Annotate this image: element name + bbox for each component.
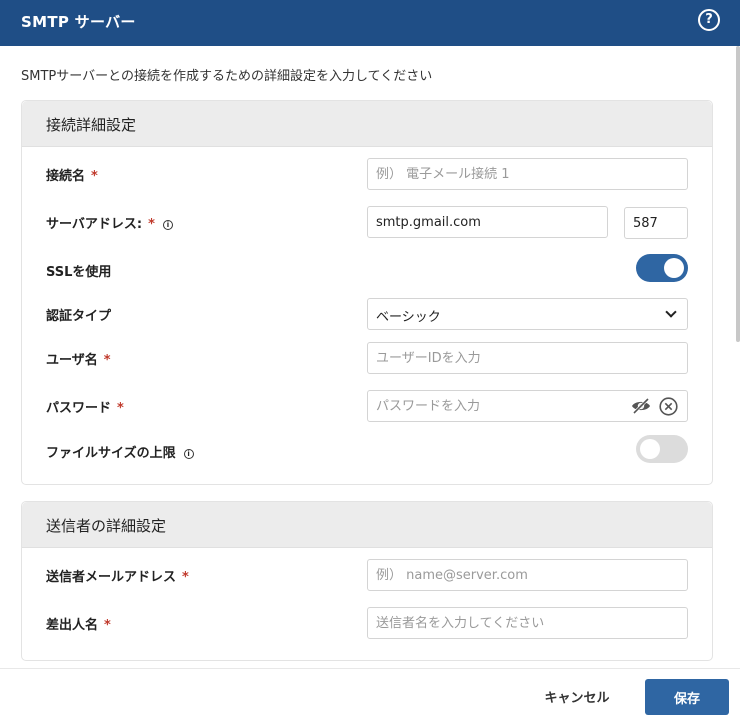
required-mark: *: [182, 570, 189, 585]
file-size-limit-toggle-knob: [640, 439, 660, 459]
sender-email-label: 送信者メールアドレス *: [46, 570, 189, 585]
help-icon[interactable]: ?: [698, 9, 720, 31]
auth-type-label: 認証タイプ: [46, 309, 112, 324]
save-button[interactable]: 保存: [645, 679, 729, 715]
footer-divider: [0, 668, 740, 669]
username-input[interactable]: [367, 342, 688, 374]
connection-name-label: 接続名 *: [46, 169, 98, 184]
eye-off-icon[interactable]: [631, 397, 651, 415]
required-mark: *: [104, 618, 111, 633]
username-label: ユーザ名 *: [46, 353, 111, 368]
dialog-description: SMTPサーバーとの接続を作成するための詳細設定を入力してください: [21, 69, 433, 84]
cancel-button[interactable]: キャンセル: [530, 680, 624, 712]
sender-name-label: 差出人名 *: [46, 618, 111, 633]
scrollbar-thumb[interactable]: [736, 46, 740, 342]
required-mark: *: [117, 401, 124, 416]
sender-name-input[interactable]: [367, 607, 688, 639]
dialog-header: SMTP サーバー ?: [0, 0, 740, 46]
file-size-limit-toggle[interactable]: [636, 435, 688, 463]
auth-type-value: ベーシック: [376, 310, 441, 325]
server-address-label: サーバアドレス: * i: [46, 213, 173, 232]
dialog-title: SMTP サーバー: [21, 13, 136, 31]
ssl-toggle[interactable]: [636, 254, 688, 282]
sender-email-input[interactable]: [367, 559, 688, 591]
file-size-limit-label: ファイルサイズの上限 i: [46, 442, 194, 461]
required-mark: *: [91, 169, 98, 184]
password-label: パスワード *: [46, 401, 124, 416]
connection-name-input[interactable]: [367, 158, 688, 190]
info-icon[interactable]: i: [183, 449, 194, 459]
connection-section-header: 接続詳細設定: [22, 101, 712, 147]
clear-icon[interactable]: [659, 397, 678, 416]
server-address-input[interactable]: [367, 206, 608, 238]
port-input[interactable]: [624, 207, 688, 239]
sender-section-title: 送信者の詳細設定: [46, 517, 167, 535]
sender-section-header: 送信者の詳細設定: [22, 502, 712, 548]
connection-section-title: 接続詳細設定: [46, 116, 137, 134]
required-mark: *: [103, 353, 111, 368]
auth-type-select[interactable]: ベーシック: [367, 298, 688, 330]
required-mark: *: [148, 217, 155, 232]
info-icon[interactable]: i: [162, 220, 173, 230]
ssl-toggle-knob: [664, 258, 684, 278]
ssl-label: SSLを使用: [46, 265, 112, 280]
chevron-down-icon: [665, 306, 677, 318]
